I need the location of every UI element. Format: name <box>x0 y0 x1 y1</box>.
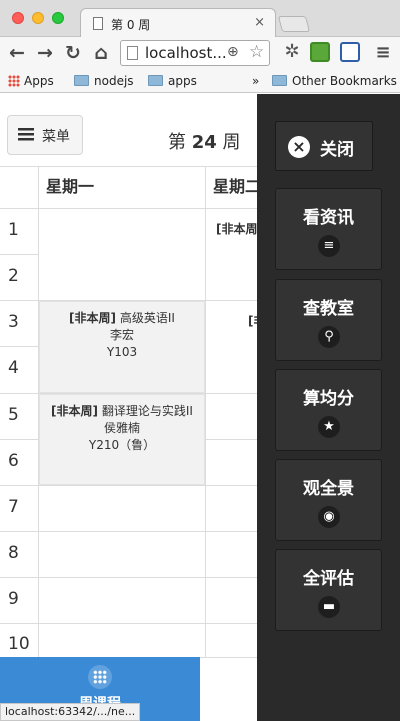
reload-icon[interactable]: ↻ <box>62 41 84 65</box>
bookmarks-bar: Apps nodejs apps » Other Bookmarks <box>0 69 400 93</box>
bookmark-nodejs[interactable]: nodejs <box>74 73 134 89</box>
folder-icon <box>272 75 287 86</box>
period-number: 5 <box>8 405 19 425</box>
window-minimize-button[interactable] <box>32 12 44 24</box>
browser-tab[interactable]: 第 0 周 × <box>80 8 276 38</box>
bookmark-other[interactable]: Other Bookmarks <box>272 73 397 89</box>
period-number: 4 <box>8 358 19 378</box>
course-teacher: 李宏 <box>109 328 134 342</box>
window-maximize-button[interactable] <box>52 12 64 24</box>
drawer-button-label: 看资讯 <box>303 208 354 228</box>
drawer-evaluation-button[interactable]: 全评估 ▬ <box>275 549 382 631</box>
eye-icon: ◉ <box>318 506 340 528</box>
period-number: 10 <box>8 634 30 654</box>
period-number: 9 <box>8 589 19 609</box>
close-icon: × <box>288 136 310 158</box>
bookmark-star-icon[interactable]: ☆ <box>249 42 264 62</box>
drawer-button-label: 观全景 <box>303 479 354 499</box>
tab-title: 第 0 周 <box>111 18 151 32</box>
forward-icon[interactable]: → <box>34 41 56 65</box>
side-drawer: × 关闭 看资讯 ≡ 查教室 ⚲ 算均分 ★ 观全景 ◉ 全评估 ▬ <box>257 94 400 721</box>
period-number: 7 <box>8 497 19 517</box>
printer-icon[interactable] <box>340 42 360 62</box>
course-room: Y210（鲁） <box>88 438 156 452</box>
zoom-icon[interactable]: ⊕ <box>227 44 239 60</box>
bug-extension-icon[interactable]: ✲ <box>282 42 302 62</box>
grid-line <box>0 439 38 440</box>
period-number: 2 <box>8 266 19 286</box>
list-icon: ≡ <box>318 235 340 257</box>
drawer-close-button[interactable]: × 关闭 <box>275 121 373 171</box>
apps-icon <box>8 75 20 87</box>
drawer-button-label: 算均分 <box>303 389 354 409</box>
grid-line <box>205 166 206 657</box>
drawer-button-label: 全评估 <box>303 569 354 589</box>
course-room: Y103 <box>106 345 138 359</box>
bookmark-apps-folder[interactable]: apps <box>148 73 197 89</box>
back-icon[interactable]: ← <box>6 41 28 65</box>
drawer-classroom-button[interactable]: 查教室 ⚲ <box>275 279 382 361</box>
bookmark-apps[interactable]: Apps <box>8 73 54 89</box>
drawer-button-label: 查教室 <box>303 299 354 319</box>
course-block[interactable]: [非本周] 翻译理论与实践II 侯雅楠 Y210（鲁） <box>39 394 205 485</box>
page-icon <box>127 46 138 60</box>
grid-line <box>0 254 38 255</box>
print-extension-icon[interactable] <box>310 42 330 62</box>
period-number: 1 <box>8 220 19 240</box>
course-name: 高级英语II <box>119 311 175 325</box>
course-block[interactable]: [非本周] 高级英语II 李宏 Y103 <box>39 301 205 393</box>
course-name: 翻译理论与实践II <box>101 404 193 418</box>
menu-label: 菜单 <box>42 129 70 145</box>
star-icon: ★ <box>318 416 340 438</box>
search-icon: ⚲ <box>318 326 340 348</box>
drawer-gpa-button[interactable]: 算均分 ★ <box>275 369 382 451</box>
home-icon[interactable]: ⌂ <box>90 41 112 65</box>
menu-icon <box>18 128 34 141</box>
nonweek-tag: [非本周] <box>69 311 117 325</box>
comment-icon: ▬ <box>318 596 340 618</box>
drawer-panorama-button[interactable]: 观全景 ◉ <box>275 459 382 541</box>
page-icon <box>93 17 103 30</box>
period-number: 3 <box>8 312 19 332</box>
week-title: 第 24 周 <box>168 132 241 153</box>
browser-toolbar: ← → ↻ ⌂ localhost... ⊕ ☆ ✲ ≡ <box>0 37 400 69</box>
tab-close-icon[interactable]: × <box>254 15 265 30</box>
menu-button[interactable]: 菜单 <box>7 115 83 155</box>
window-close-button[interactable] <box>12 12 24 24</box>
week-number: 24 <box>191 132 217 153</box>
status-bar-url: localhost:63342/.../ne... <box>0 703 141 721</box>
url-text: localhost... <box>145 44 227 62</box>
period-number: 6 <box>8 451 19 471</box>
chrome-menu-icon[interactable]: ≡ <box>372 41 394 65</box>
folder-icon <box>74 75 89 86</box>
course-block-partial[interactable]: [非本周 <box>216 220 258 237</box>
drawer-news-button[interactable]: 看资讯 ≡ <box>275 188 382 270</box>
new-tab-button[interactable] <box>277 16 311 32</box>
period-number: 8 <box>8 543 19 563</box>
grid-icon <box>88 665 112 689</box>
nonweek-tag: [非本周] <box>51 404 99 418</box>
folder-icon <box>148 75 163 86</box>
close-label: 关闭 <box>320 140 354 160</box>
grid-line <box>0 346 38 347</box>
address-bar[interactable]: localhost... ⊕ ☆ <box>120 40 270 66</box>
day-header-monday: 星期一 <box>46 177 95 196</box>
browser-tab-bar: 第 0 周 × <box>0 0 400 38</box>
bookmarks-overflow[interactable]: » <box>252 73 259 89</box>
course-teacher: 侯雅楠 <box>103 421 140 435</box>
